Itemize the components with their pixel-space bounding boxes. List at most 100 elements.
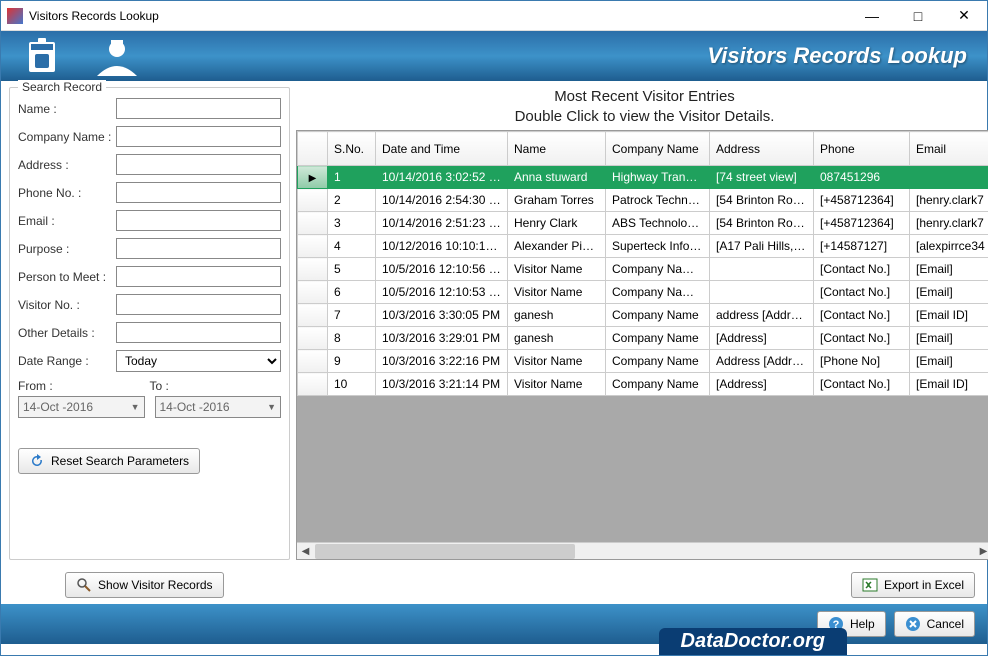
table-cell[interactable]: [74 street view] xyxy=(710,166,814,189)
table-cell[interactable]: 10/3/2016 3:30:05 PM xyxy=(376,304,508,327)
column-header[interactable]: Date and Time xyxy=(376,132,508,166)
table-cell[interactable]: 087451296 xyxy=(814,166,910,189)
table-cell[interactable]: [A17 Pali Hills, MA] xyxy=(710,235,814,258)
table-cell[interactable]: [Email] xyxy=(910,281,988,304)
table-cell[interactable]: Company Name xyxy=(606,373,710,396)
column-header[interactable]: Phone xyxy=(814,132,910,166)
table-cell[interactable]: [alexpirrce34 xyxy=(910,235,988,258)
table-row[interactable]: ▶110/14/2016 3:02:52 PMAnna stuwardHighw… xyxy=(298,166,988,189)
table-cell[interactable]: Company Name xyxy=(606,350,710,373)
row-header[interactable] xyxy=(298,212,328,235)
table-cell[interactable]: ganesh xyxy=(508,304,606,327)
table-cell[interactable]: 7 xyxy=(328,304,376,327)
table-row[interactable]: 910/3/2016 3:22:16 PMVisitor NameCompany… xyxy=(298,350,988,373)
table-cell[interactable]: 3 xyxy=(328,212,376,235)
show-visitor-records-button[interactable]: Show Visitor Records xyxy=(65,572,224,598)
table-cell[interactable]: Visitor Name xyxy=(508,258,606,281)
close-button[interactable]: ✕ xyxy=(941,1,987,31)
table-cell[interactable]: 1 xyxy=(328,166,376,189)
table-cell[interactable]: Superteck Inform... xyxy=(606,235,710,258)
table-cell[interactable]: Company Name [... xyxy=(606,281,710,304)
table-cell[interactable]: Patrock Technol... xyxy=(606,189,710,212)
table-cell[interactable]: ABS Technologie... xyxy=(606,212,710,235)
table-cell[interactable]: address [Address] xyxy=(710,304,814,327)
table-cell[interactable]: [Email ID] xyxy=(910,373,988,396)
table-cell[interactable]: [Address] xyxy=(710,327,814,350)
minimize-button[interactable]: — xyxy=(849,1,895,31)
table-cell[interactable]: Address [Address] xyxy=(710,350,814,373)
row-header[interactable] xyxy=(298,373,328,396)
row-header[interactable]: ▶ xyxy=(298,166,328,189)
table-cell[interactable]: [54 Brinton Road... xyxy=(710,189,814,212)
table-cell[interactable]: [Contact No.] xyxy=(814,373,910,396)
table-cell[interactable]: 9 xyxy=(328,350,376,373)
table-cell[interactable] xyxy=(910,166,988,189)
table-cell[interactable]: [Address] xyxy=(710,373,814,396)
email-input[interactable] xyxy=(116,210,281,231)
address-input[interactable] xyxy=(116,154,281,175)
other-input[interactable] xyxy=(116,322,281,343)
results-grid[interactable]: S.No.Date and TimeNameCompany NameAddres… xyxy=(297,131,988,396)
table-cell[interactable]: Alexander Pierce xyxy=(508,235,606,258)
table-cell[interactable]: Highway Transp.... xyxy=(606,166,710,189)
table-cell[interactable]: [Email] xyxy=(910,258,988,281)
phone-input[interactable] xyxy=(116,182,281,203)
table-row[interactable]: 810/3/2016 3:29:01 PMganeshCompany Name[… xyxy=(298,327,988,350)
table-cell[interactable]: Anna stuward xyxy=(508,166,606,189)
table-cell[interactable]: 10/12/2016 10:10:15 AM xyxy=(376,235,508,258)
table-cell[interactable]: 4 xyxy=(328,235,376,258)
table-row[interactable]: 210/14/2016 2:54:30 PMGraham TorresPatro… xyxy=(298,189,988,212)
table-cell[interactable]: [Phone No] xyxy=(814,350,910,373)
table-cell[interactable]: 10/14/2016 3:02:52 PM xyxy=(376,166,508,189)
column-header[interactable]: Email xyxy=(910,132,988,166)
table-cell[interactable]: 10 xyxy=(328,373,376,396)
table-row[interactable]: 310/14/2016 2:51:23 PMHenry ClarkABS Tec… xyxy=(298,212,988,235)
maximize-button[interactable]: □ xyxy=(895,1,941,31)
table-cell[interactable]: [Email] xyxy=(910,350,988,373)
table-cell[interactable]: 10/14/2016 2:51:23 PM xyxy=(376,212,508,235)
scroll-thumb[interactable] xyxy=(315,544,575,559)
table-cell[interactable]: [Email] xyxy=(910,327,988,350)
row-header[interactable] xyxy=(298,281,328,304)
row-header[interactable] xyxy=(298,304,328,327)
table-cell[interactable]: 10/14/2016 2:54:30 PM xyxy=(376,189,508,212)
row-header[interactable] xyxy=(298,258,328,281)
column-header[interactable]: S.No. xyxy=(328,132,376,166)
table-cell[interactable]: [+458712364] xyxy=(814,212,910,235)
daterange-select[interactable]: Today xyxy=(116,350,281,372)
table-cell[interactable]: ganesh xyxy=(508,327,606,350)
table-cell[interactable]: 10/5/2016 12:10:53 PM xyxy=(376,281,508,304)
table-cell[interactable]: 10/3/2016 3:22:16 PM xyxy=(376,350,508,373)
table-cell[interactable]: [+14587127] xyxy=(814,235,910,258)
visitor-input[interactable] xyxy=(116,294,281,315)
table-cell[interactable]: Company Name xyxy=(606,304,710,327)
table-cell[interactable]: [54 Brinton Road... xyxy=(710,212,814,235)
table-cell[interactable]: Company Name xyxy=(606,327,710,350)
table-cell[interactable]: 5 xyxy=(328,258,376,281)
table-cell[interactable]: [Contact No.] xyxy=(814,258,910,281)
name-input[interactable] xyxy=(116,98,281,119)
scroll-left-icon[interactable]: ◀ xyxy=(297,543,314,560)
table-cell[interactable]: Company Name [... xyxy=(606,258,710,281)
table-cell[interactable]: 10/5/2016 12:10:56 PM xyxy=(376,258,508,281)
row-header[interactable] xyxy=(298,327,328,350)
table-cell[interactable]: 2 xyxy=(328,189,376,212)
table-cell[interactable]: 8 xyxy=(328,327,376,350)
table-row[interactable]: 610/5/2016 12:10:53 PMVisitor NameCompan… xyxy=(298,281,988,304)
reset-search-button[interactable]: Reset Search Parameters xyxy=(18,448,200,474)
table-cell[interactable]: 10/3/2016 3:21:14 PM xyxy=(376,373,508,396)
row-header[interactable] xyxy=(298,235,328,258)
column-header[interactable]: Company Name xyxy=(606,132,710,166)
horizontal-scrollbar[interactable]: ◀ ▶ xyxy=(297,542,988,559)
table-cell[interactable]: Visitor Name xyxy=(508,281,606,304)
to-date-picker[interactable]: 14-Oct -2016▼ xyxy=(155,396,282,418)
table-row[interactable]: 1010/3/2016 3:21:14 PMVisitor NameCompan… xyxy=(298,373,988,396)
table-row[interactable]: 410/12/2016 10:10:15 AMAlexander PierceS… xyxy=(298,235,988,258)
table-cell[interactable]: [Contact No.] xyxy=(814,281,910,304)
column-header[interactable]: Address xyxy=(710,132,814,166)
table-cell[interactable]: [Contact No.] xyxy=(814,327,910,350)
table-cell[interactable]: [+458712364] xyxy=(814,189,910,212)
person-input[interactable] xyxy=(116,266,281,287)
table-cell[interactable]: [Email ID] xyxy=(910,304,988,327)
table-cell[interactable]: Visitor Name xyxy=(508,373,606,396)
